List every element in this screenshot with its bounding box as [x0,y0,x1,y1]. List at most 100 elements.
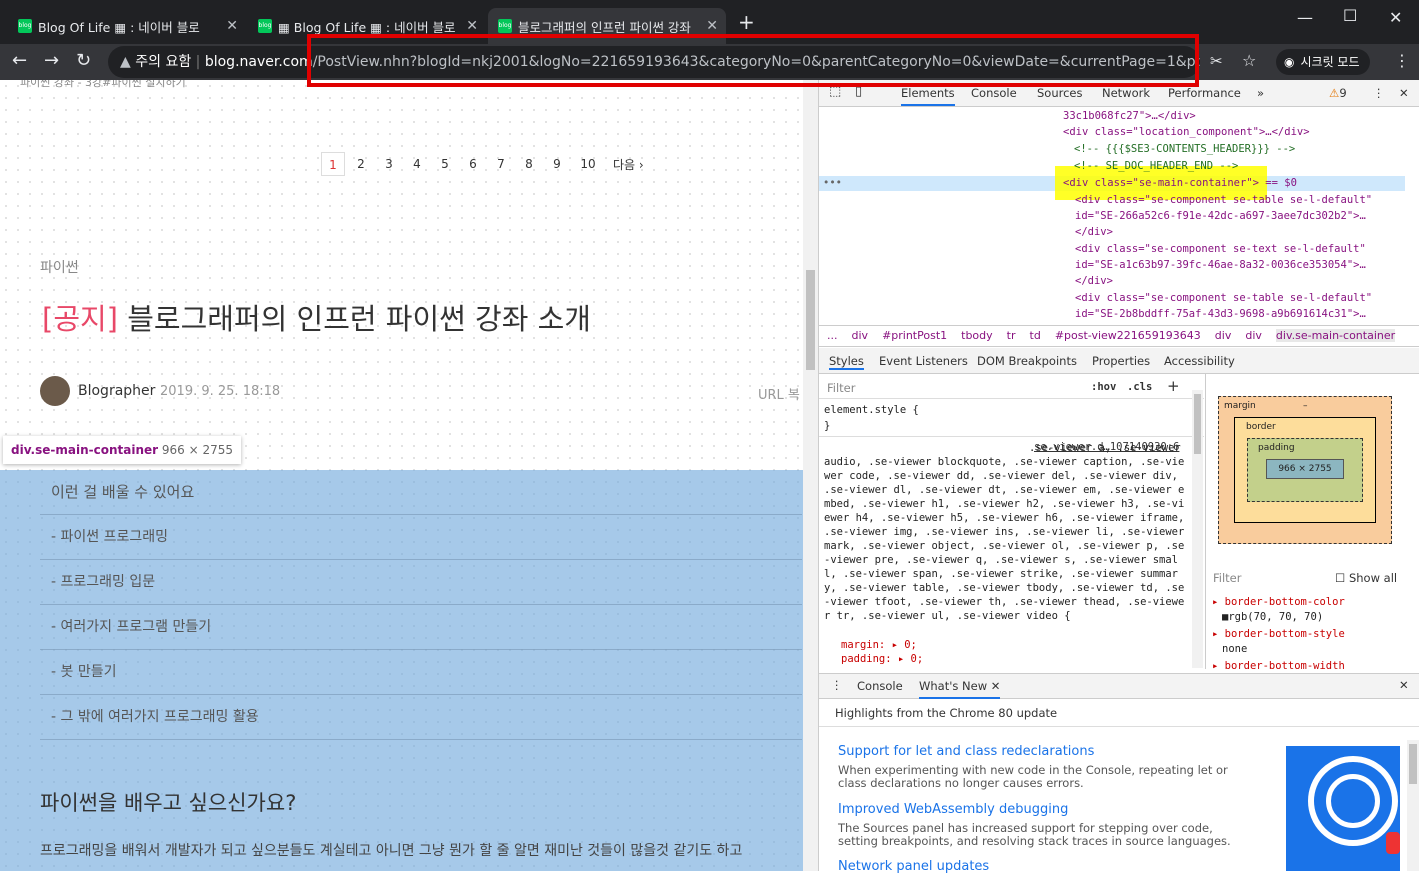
next-page-link[interactable]: 다음 › [613,156,644,173]
dom-line[interactable]: id="SE-2b8bddff-75af-43d3-9698-a9b691614… [1075,308,1366,320]
crumb[interactable]: div [1215,329,1232,342]
computed-filter-input[interactable]: Filter [1213,571,1241,585]
dom-line[interactable]: <div class="location_component">…</div> [1063,126,1310,138]
dom-line[interactable]: 33c1b068fc27">…</div> [1063,110,1196,122]
close-tab-icon[interactable]: ✕ [226,18,238,34]
new-rule-icon[interactable]: + [1167,377,1180,395]
crumb[interactable]: div [1245,329,1262,342]
dom-line[interactable]: <div class="se-component se-text se-l-de… [1075,243,1366,255]
dom-comment[interactable]: <!-- {{{$SE3-CONTENTS_HEADER}}} --> [1074,143,1295,155]
subtab-event-listeners[interactable]: Event Listeners [879,354,968,368]
show-all-checkbox[interactable]: ☐ Show all [1335,571,1397,585]
page-link-1[interactable]: 1 [321,152,345,176]
drawer-tab-whats-new[interactable]: What's New ✕ [919,679,1001,699]
close-window-icon[interactable]: ✕ [1389,8,1402,27]
close-drawer-icon[interactable]: ✕ [1399,678,1409,692]
author-avatar[interactable] [40,376,70,406]
bookmark-star-icon[interactable]: ☆ [1242,51,1256,70]
subtab-dom-breakpoints[interactable]: DOM Breakpoints [977,354,1077,368]
drawer-menu-icon[interactable]: ⋮ [831,678,843,692]
page-link-5[interactable]: 5 [433,152,457,176]
devtools-panel: ⬚ ▯ Elements Console Sources Network Per… [818,80,1419,874]
styles-filter-input[interactable]: Filter [827,381,855,395]
more-tabs-icon[interactable]: » [1257,86,1264,100]
rule-selector[interactable]: .se-viewer a, .se-viewer audio, .se-view… [824,441,1186,637]
subtab-properties[interactable]: Properties [1092,354,1150,368]
page-link-2[interactable]: 2 [349,152,373,176]
list-item: - 여러가지 프로그램 만들기 [40,605,802,650]
post-title-text: 블로그래퍼의 인프런 파이썬 강좌 소개 [127,302,591,336]
maximize-icon[interactable]: ☐ [1343,6,1357,25]
devtools-menu-icon[interactable]: ⋮ [1373,86,1385,100]
tab-network[interactable]: Network [1102,86,1150,100]
url-copy-button[interactable]: URL 복 [758,384,800,403]
page-link-3[interactable]: 3 [377,152,401,176]
dom-line[interactable]: <div class="se-component se-table se-l-d… [1075,292,1372,304]
padding-declaration[interactable]: padding: ▸ 0; [841,653,923,665]
crumb[interactable]: div [852,329,869,342]
box-model-border: border padding 966 × 2755 [1234,417,1376,523]
crumb-selected[interactable]: div.se-main-container [1275,329,1396,342]
dom-comment[interactable]: <!-- SE_DOC_HEADER_END --> [1074,160,1238,172]
body-text: 프로그래밍을 배워서 개발자가 되고 싶으분들도 계실테고 아니면 그냥 뭔가 … [40,843,743,859]
computed-prop[interactable]: ▸ border-bottom-width [1212,660,1345,672]
crumb[interactable]: tbody [961,329,993,342]
whats-new-desc: When experimenting with new code in the … [838,763,1228,790]
tab-elements[interactable]: Elements [901,86,955,106]
page-link-9[interactable]: 9 [545,152,569,176]
tab-sources[interactable]: Sources [1037,86,1083,100]
page-link-10[interactable]: 10 [575,152,601,176]
page-link-7[interactable]: 7 [489,152,513,176]
extension-icon[interactable]: ✂ [1210,52,1223,70]
close-tab-icon[interactable]: ✕ [466,18,478,34]
margin-declaration[interactable]: margin: ▸ 0; [841,639,917,651]
naver-blog-favicon-icon: blog [258,19,272,33]
dom-line[interactable]: </div> [1075,275,1113,287]
new-tab-button[interactable]: + [738,10,755,34]
close-devtools-icon[interactable]: ✕ [1399,86,1409,100]
menu-icon[interactable]: ⋮ [1394,51,1410,70]
computed-prop[interactable]: ▸ border-bottom-color [1212,596,1345,608]
whats-new-link[interactable]: Improved WebAssembly debugging [838,802,1068,817]
close-tab-icon[interactable]: ✕ [706,18,718,34]
warning-icon[interactable]: ⚠9 [1329,86,1347,100]
subtab-accessibility[interactable]: Accessibility [1164,354,1235,368]
page-scrollbar[interactable] [803,80,818,871]
incognito-badge[interactable]: ◉ 시크릿 모드 [1276,49,1370,75]
tab-console[interactable]: Console [971,86,1017,100]
page-link-4[interactable]: 4 [405,152,429,176]
whats-new-link[interactable]: Support for let and class redeclarations [838,744,1094,759]
post-category[interactable]: 파이썬 [40,257,79,277]
crumb[interactable]: #printPost1 [882,329,947,342]
dom-line[interactable]: </div> [1075,226,1113,238]
tab-performance[interactable]: Performance [1168,86,1241,100]
naver-blog-favicon-icon: blog [498,19,512,33]
back-icon[interactable]: ← [12,50,27,71]
dom-selected-node[interactable]: <div class="se-main-container"> == $0 [1063,177,1297,189]
element-style[interactable]: element.style { [824,404,919,416]
drawer-scrollbar[interactable] [1407,740,1419,871]
tab-1[interactable]: blog Blog Of Life ▦ : 네이버 블로 ✕ [8,8,246,44]
dom-line[interactable]: id="SE-a1c63b97-39fc-46ae-8a32-0036ce353… [1075,259,1366,271]
dom-line[interactable]: <div class="se-component se-table se-l-d… [1075,194,1372,206]
minimize-icon[interactable]: — [1297,8,1313,27]
crumb[interactable]: tr [1007,329,1016,342]
subtab-styles[interactable]: Styles [829,354,864,370]
styles-scrollbar[interactable] [1192,390,1203,668]
crumb[interactable]: td [1030,329,1041,342]
dom-line[interactable]: id="SE-266a52c6-f91e-42dc-a697-3aee7dc30… [1075,210,1366,222]
drawer-tab-console[interactable]: Console [857,679,903,693]
cls-toggle[interactable]: .cls [1127,381,1152,393]
page-link-6[interactable]: 6 [461,152,485,176]
forward-icon[interactable]: → [44,50,59,71]
whats-new-link[interactable]: Network panel updates [838,859,989,874]
crumb[interactable]: #post-view221659193643 [1055,329,1201,342]
page-link-8[interactable]: 8 [517,152,541,176]
computed-prop-name: border-bottom-color [1224,596,1345,608]
hov-toggle[interactable]: :hov [1091,381,1116,393]
computed-prop[interactable]: ▸ border-bottom-style [1212,628,1345,640]
reload-icon[interactable]: ↻ [76,50,91,71]
chrome-devtools-logo [1286,746,1400,871]
crumb[interactable]: ... [827,329,838,342]
author-name[interactable]: Blographer [78,383,155,399]
